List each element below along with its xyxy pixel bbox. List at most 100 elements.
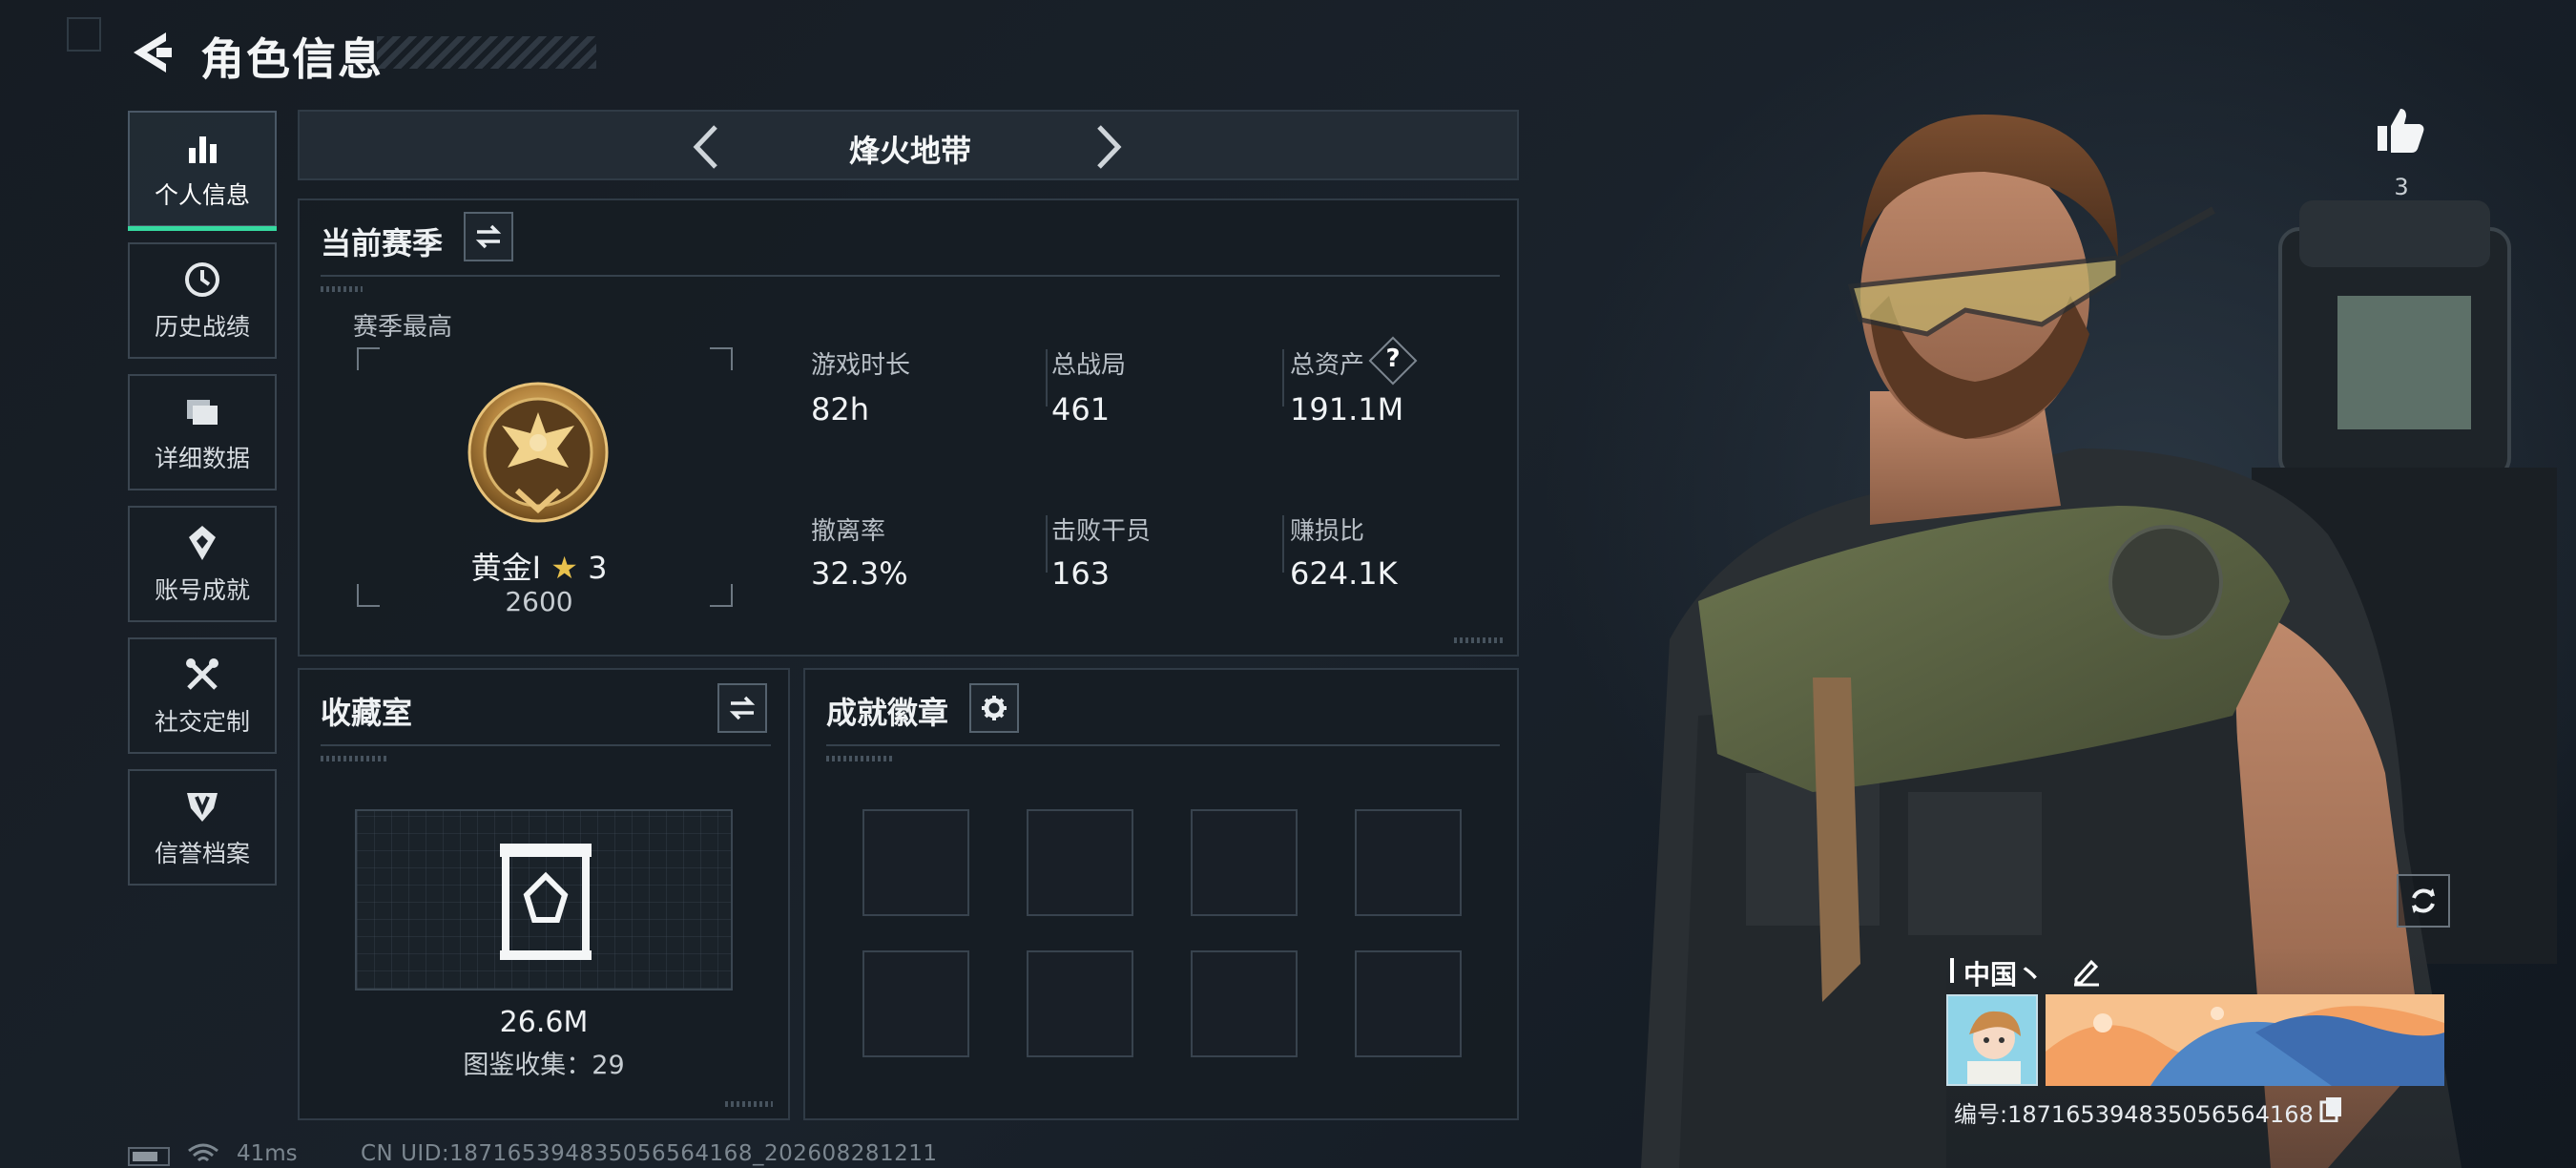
stat-label: 总资产 xyxy=(1290,351,1365,380)
catalog-count: 图鉴收集：29 xyxy=(463,1051,625,1080)
achievements-title: 成就徽章 xyxy=(826,695,949,731)
badge-slot[interactable] xyxy=(1191,950,1298,1057)
collection-preview[interactable] xyxy=(355,809,733,991)
collection-switch-button[interactable] xyxy=(717,683,767,733)
region-name: 中国丶 xyxy=(1963,959,2045,991)
copy-icon[interactable] xyxy=(2318,1095,2345,1122)
badge-slot[interactable] xyxy=(1355,950,1462,1057)
season-panel: 当前赛季 赛季最高 黄金Ⅰ ★ 3 2600 游戏时长 82h 总战局 461 … xyxy=(298,198,1519,657)
sidebar-item-reputation[interactable]: 信誉档案 xyxy=(128,769,277,886)
sidebar-item-history[interactable]: 历史战绩 xyxy=(128,242,277,359)
edit-icon[interactable] xyxy=(2070,954,2103,987)
shield-icon xyxy=(187,793,218,822)
badge-slot[interactable] xyxy=(862,950,969,1057)
stat-label: 撤离率 xyxy=(811,517,886,546)
stat-label: 赚损比 xyxy=(1290,517,1365,546)
stat-value: 32.3% xyxy=(811,555,908,592)
badge-slot[interactable] xyxy=(1027,809,1133,916)
badge-slot[interactable] xyxy=(862,809,969,916)
battery-icon xyxy=(128,1147,170,1166)
badge-slot[interactable] xyxy=(1027,950,1133,1057)
achievement-icon xyxy=(189,526,216,560)
frame-corner xyxy=(357,347,380,370)
avatar[interactable] xyxy=(1946,994,2038,1086)
season-peak-label: 赛季最高 xyxy=(353,313,453,342)
micro-decoration xyxy=(321,286,363,292)
rank-line: 黄金Ⅰ ★ 3 xyxy=(300,544,779,588)
bar-chart-icon xyxy=(189,136,217,163)
banner-image xyxy=(2046,994,2444,1086)
back-arrow-icon[interactable] xyxy=(128,29,172,76)
vault-icon xyxy=(500,844,592,960)
swap-icon xyxy=(475,224,502,249)
sidebar-item-label: 历史战绩 xyxy=(154,313,250,341)
achievements-panel: 成就徽章 xyxy=(803,668,1519,1120)
divider xyxy=(321,744,771,746)
badge-slot[interactable] xyxy=(1191,809,1298,916)
page-title: 角色信息 xyxy=(200,33,384,85)
likes-count: 3 xyxy=(2394,174,2409,200)
swap-icon xyxy=(729,696,756,720)
clock-icon xyxy=(185,262,219,297)
rank-name: 黄金Ⅰ xyxy=(470,550,542,586)
help-icon: ? xyxy=(1385,344,1401,373)
mode-name: 烽火地带 xyxy=(848,133,971,169)
frame-corner xyxy=(710,347,733,370)
sidebar-item-label: 信誉档案 xyxy=(154,840,250,867)
wifi-icon xyxy=(188,1143,218,1162)
stat-value: 82h xyxy=(811,391,869,428)
profile-banner[interactable] xyxy=(2046,994,2444,1086)
stat-label: 总战局 xyxy=(1051,351,1127,380)
micro-decoration xyxy=(725,1101,773,1107)
sidebar-item-personal-info[interactable]: 个人信息 xyxy=(128,111,277,231)
achievements-settings-button[interactable] xyxy=(969,683,1019,733)
stat-value: 461 xyxy=(1051,391,1111,428)
mode-selector: 烽火地带 xyxy=(298,110,1519,180)
gold-rank-medal-icon xyxy=(467,382,609,523)
sidebar-item-label: 账号成就 xyxy=(154,576,250,604)
game-screen: 角色信息 个人信息 历史战绩 详细数据 账号成就 社交定制 信誉档案 烽火地带 … xyxy=(0,0,2576,1168)
refresh-button[interactable] xyxy=(2397,874,2450,928)
gear-icon xyxy=(982,696,1007,720)
badge-slot[interactable] xyxy=(1355,809,1462,916)
divider xyxy=(826,744,1500,746)
divider xyxy=(321,275,1500,277)
sidebar-item-social[interactable]: 社交定制 xyxy=(128,637,277,754)
name-marker xyxy=(1950,958,1954,983)
star-icon: ★ xyxy=(551,550,578,586)
folder-icon xyxy=(187,400,218,425)
sidebar-item-achievements[interactable]: 账号成就 xyxy=(128,506,277,622)
uid-text: CN UID:18716539483505656416​8_2026082812… xyxy=(361,1141,938,1166)
sidebar-item-label: 详细数据 xyxy=(154,445,250,472)
thumbs-up-icon[interactable] xyxy=(2374,103,2427,156)
sidebar-item-label: 社交定制 xyxy=(154,708,250,736)
collection-panel: 收藏室 26.6M 图鉴收集：29 xyxy=(298,668,790,1120)
divider xyxy=(1046,515,1048,573)
sidebar-item-details[interactable]: 详细数据 xyxy=(128,374,277,490)
stat-label: 击败干员 xyxy=(1051,517,1152,546)
corner-frame xyxy=(67,17,101,52)
refresh-icon xyxy=(2412,888,2435,913)
stat-value: 624.1K xyxy=(1290,555,1398,592)
avatar-image xyxy=(1948,996,2036,1084)
stat-value: 163 xyxy=(1051,555,1111,592)
ping-text: 41ms xyxy=(237,1141,298,1166)
collection-value: 26.6M xyxy=(499,1006,589,1039)
rank-score: 2600 xyxy=(505,586,573,617)
divider xyxy=(1282,349,1284,407)
divider xyxy=(1282,515,1284,573)
micro-decoration xyxy=(1454,637,1504,643)
title-decoration xyxy=(377,36,596,69)
sidebar-item-label: 个人信息 xyxy=(154,181,250,209)
rank-stars: 3 xyxy=(588,550,608,586)
player-id: 编号:18716539483505656416​8 xyxy=(1954,1101,2314,1128)
stat-label: 游戏时长 xyxy=(811,351,911,380)
micro-decoration xyxy=(321,756,387,761)
chevron-right-icon[interactable] xyxy=(1091,123,1126,171)
season-switch-button[interactable] xyxy=(464,212,513,261)
divider xyxy=(1046,349,1048,407)
collection-title: 收藏室 xyxy=(321,695,413,731)
stat-value: 191.1M xyxy=(1290,391,1404,428)
season-title: 当前赛季 xyxy=(321,225,444,261)
micro-decoration xyxy=(826,756,893,761)
